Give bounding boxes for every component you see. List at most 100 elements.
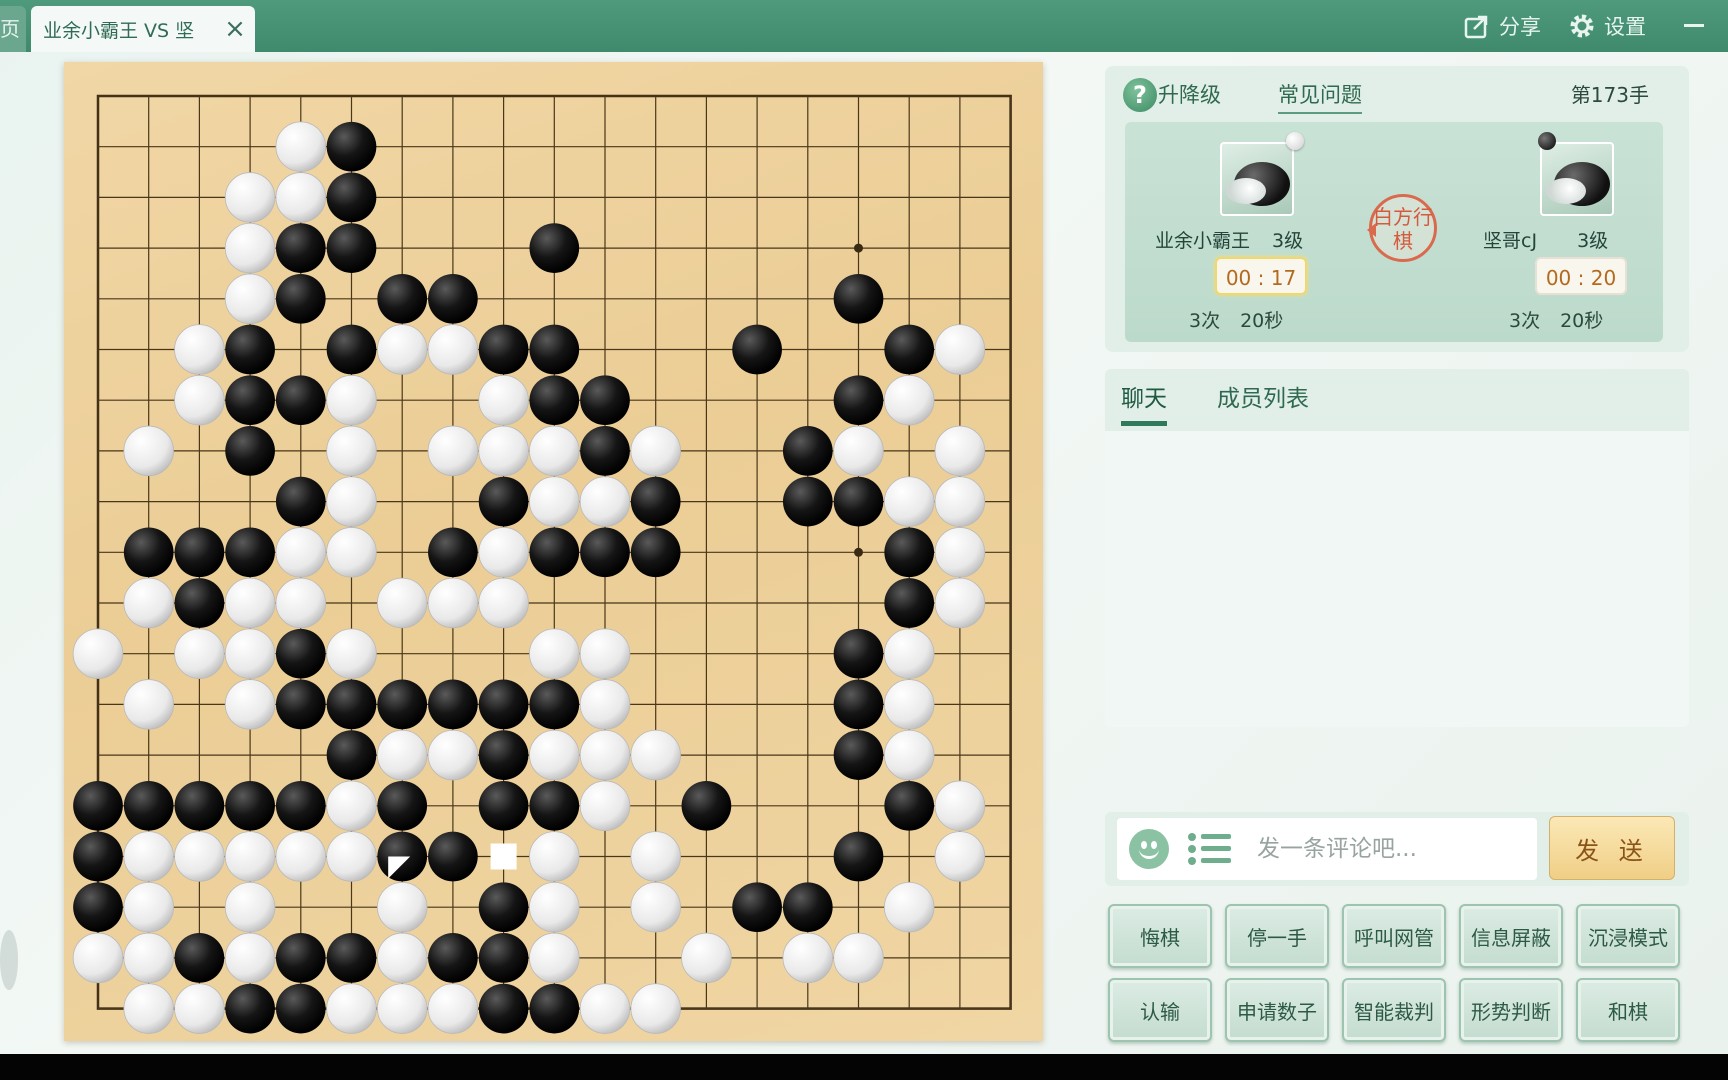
white-stone	[326, 527, 377, 578]
white-stone	[123, 425, 174, 477]
black-stone	[529, 679, 580, 730]
immersive-mode-button[interactable]: 沉浸模式	[1576, 904, 1680, 968]
undo-button[interactable]: 悔棋	[1108, 904, 1212, 968]
white-stone	[782, 932, 834, 984]
help-icon[interactable]: ?	[1123, 78, 1157, 112]
black-stone	[833, 375, 884, 426]
emoji-icon[interactable]	[1129, 829, 1169, 869]
white-stone	[224, 577, 276, 629]
white-stone	[123, 983, 174, 1034]
ai-referee-button[interactable]: 智能裁判	[1342, 978, 1446, 1042]
black-stone	[428, 679, 478, 730]
comment-input[interactable]	[1257, 826, 1527, 872]
draw-button[interactable]: 和棋	[1576, 978, 1680, 1042]
white-stone	[529, 932, 580, 984]
white-stone	[174, 831, 225, 882]
black-stone	[428, 831, 478, 882]
level-link[interactable]: 升降级	[1158, 78, 1221, 112]
faq-link[interactable]: 常见问题	[1278, 78, 1362, 114]
white-stone	[275, 831, 327, 882]
call-admin-button[interactable]: 呼叫网管	[1342, 904, 1446, 968]
black-stone	[478, 882, 529, 933]
byoyomi-count: 3次	[1509, 310, 1541, 332]
black-stone	[275, 628, 326, 679]
black-stone-icon	[1538, 132, 1556, 150]
go-board[interactable]	[64, 62, 1043, 1041]
black-stone	[428, 527, 478, 578]
white-stone	[174, 628, 225, 679]
chat-tabs: 聊天 成员列表	[1105, 369, 1689, 431]
white-stone	[630, 729, 681, 781]
black-stone	[478, 476, 529, 527]
white-stone	[478, 527, 529, 578]
white-stone	[529, 628, 580, 679]
white-stone	[326, 983, 377, 1034]
black-stone	[326, 730, 377, 780]
black-stone	[326, 223, 377, 273]
black-stone	[630, 527, 681, 578]
white-stone	[427, 324, 479, 375]
black-stone	[275, 375, 326, 426]
white-stone	[326, 425, 377, 477]
black-stone	[833, 476, 884, 527]
star-point	[854, 243, 863, 253]
black-stone	[275, 780, 326, 831]
white-stone	[224, 679, 276, 730]
white-stone	[224, 628, 276, 679]
tab-members[interactable]: 成员列表	[1217, 381, 1309, 417]
white-stone	[326, 831, 377, 882]
black-stone	[326, 121, 377, 172]
black-stone	[833, 730, 884, 780]
black-stone	[732, 324, 782, 375]
byoyomi: 3次 20秒	[1509, 306, 1603, 333]
player-rank: 3级	[1577, 230, 1609, 252]
white-stone	[934, 476, 986, 527]
pass-button[interactable]: 停一手	[1225, 904, 1329, 968]
white-stone	[883, 374, 935, 426]
white-stone	[275, 121, 327, 172]
minimize-icon[interactable]	[1682, 12, 1706, 36]
send-button[interactable]: 发 送	[1549, 816, 1675, 880]
position-judgment-button[interactable]: 形势判断	[1459, 978, 1563, 1042]
list-icon[interactable]	[1187, 832, 1231, 866]
white-stone	[529, 476, 580, 527]
white-stone	[427, 983, 479, 1034]
white-stone	[529, 881, 580, 933]
black-stone	[833, 273, 884, 324]
resign-button[interactable]: 认输	[1108, 978, 1212, 1042]
share-button[interactable]: 分享	[1463, 8, 1541, 44]
white-stone	[529, 729, 580, 781]
white-stone	[427, 425, 479, 477]
white-stone	[376, 881, 428, 933]
share-icon	[1464, 15, 1488, 39]
tab-game[interactable]: 业余小霸王 VS 坚 ×	[31, 6, 255, 52]
avatar[interactable]	[1540, 142, 1614, 216]
black-stone	[225, 426, 275, 476]
tab-chat[interactable]: 聊天	[1121, 381, 1167, 426]
block-info-button[interactable]: 信息屏蔽	[1459, 904, 1563, 968]
white-stone	[224, 831, 276, 882]
black-stone	[377, 780, 428, 831]
black-stone	[275, 273, 326, 324]
black-stone	[529, 983, 580, 1034]
black-stone	[123, 780, 174, 831]
black-stone	[833, 679, 884, 730]
white-stone	[681, 932, 732, 984]
avatar[interactable]	[1220, 142, 1294, 216]
player-name-text: 坚哥cJ	[1483, 230, 1538, 252]
black-stone	[174, 780, 225, 831]
white-stone	[934, 831, 986, 882]
player-white: 业余小霸王 3级 00 : 17 3次 20秒	[1145, 122, 1365, 342]
black-stone	[478, 983, 529, 1034]
tab-previous[interactable]: 页	[0, 6, 26, 52]
black-stone	[782, 882, 833, 933]
white-stone	[72, 932, 124, 984]
close-icon[interactable]: ×	[215, 9, 255, 49]
black-stone	[225, 983, 275, 1034]
settings-button[interactable]: 设置	[1568, 8, 1646, 44]
player-name: 业余小霸王 3级	[1155, 226, 1365, 253]
turn-seal: 白方行棋	[1367, 194, 1437, 262]
board-canvas[interactable]	[64, 62, 1043, 1041]
request-count-button[interactable]: 申请数子	[1225, 978, 1329, 1042]
black-stone	[73, 882, 123, 933]
